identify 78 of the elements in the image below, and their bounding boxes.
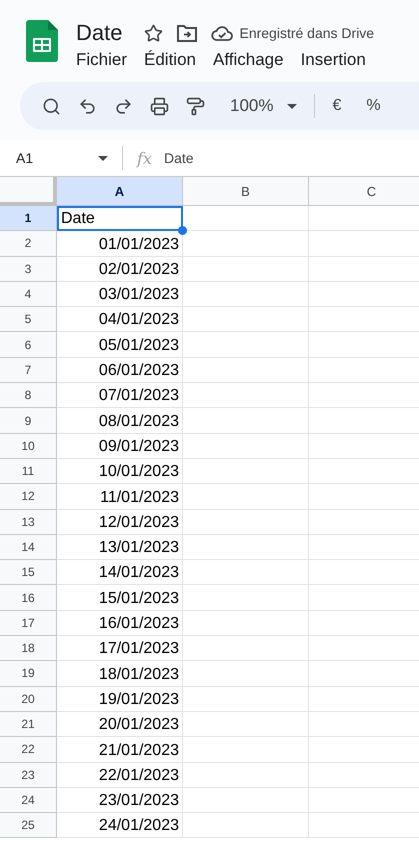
menu-item[interactable]: Insertion xyxy=(300,50,366,70)
menu-item[interactable]: Fichier xyxy=(76,50,128,70)
row-header[interactable]: 7 xyxy=(0,358,57,384)
table-cell: 23/01/2023 xyxy=(57,788,183,814)
formula-field[interactable]: Date xyxy=(164,150,194,166)
row-header[interactable]: 6 xyxy=(0,332,57,358)
menu-item[interactable]: Édition xyxy=(144,50,196,70)
row-header[interactable]: 8 xyxy=(0,383,57,408)
column-header[interactable]: B xyxy=(183,177,309,206)
row-header[interactable]: 2 xyxy=(0,231,57,257)
save-status: Enregistré dans Drive xyxy=(239,25,374,41)
table-cell: 12/01/2023 xyxy=(57,510,183,535)
table-cell: 06/01/2023 xyxy=(57,358,183,384)
row-header[interactable]: 13 xyxy=(0,510,57,535)
caret-icon xyxy=(287,104,298,108)
cloud-check-icon[interactable] xyxy=(211,25,234,41)
menu-item[interactable]: Affichage xyxy=(213,50,284,70)
caret-icon xyxy=(98,156,108,160)
paint-roller-icon[interactable] xyxy=(186,96,205,116)
table-cell: 03/01/2023 xyxy=(57,282,183,308)
row-header[interactable]: 16 xyxy=(0,585,57,611)
cell-reference: A1 xyxy=(16,150,34,166)
table-cell: 01/01/2023 xyxy=(57,231,183,257)
row-header[interactable]: 11 xyxy=(0,458,57,484)
document-title[interactable]: Date xyxy=(76,20,122,46)
row-header[interactable]: 5 xyxy=(0,307,57,332)
table-cell: 13/01/2023 xyxy=(57,534,183,560)
row-header[interactable]: 12 xyxy=(0,484,57,510)
search-icon[interactable] xyxy=(42,96,61,116)
row-header[interactable]: 4 xyxy=(0,282,57,308)
table-cell: 04/01/2023 xyxy=(57,307,183,332)
column-header[interactable]: A xyxy=(57,177,183,206)
row-header[interactable]: 24 xyxy=(0,788,57,814)
table-cell: 22/01/2023 xyxy=(57,762,183,788)
row-header[interactable]: 17 xyxy=(0,610,57,636)
table-cell: 02/01/2023 xyxy=(57,256,183,282)
row-header[interactable]: 20 xyxy=(0,686,57,712)
row-header[interactable]: 15 xyxy=(0,560,57,586)
row-header[interactable]: 22 xyxy=(0,737,57,763)
table-cell: 08/01/2023 xyxy=(57,408,183,434)
column-header[interactable]: C xyxy=(309,177,419,206)
percent-button[interactable]: % xyxy=(366,97,381,115)
table-cell: 10/01/2023 xyxy=(57,458,183,484)
fill-handle[interactable] xyxy=(178,226,187,236)
row-header[interactable]: 1 xyxy=(0,206,57,232)
row-header[interactable]: 10 xyxy=(0,434,57,459)
table-cell: 19/01/2023 xyxy=(57,686,183,712)
table-cell: 11/01/2023 xyxy=(57,484,183,510)
table-cell: 24/01/2023 xyxy=(57,813,183,838)
folder-icon[interactable] xyxy=(177,24,198,42)
table-cell: 07/01/2023 xyxy=(57,383,183,408)
row-header[interactable]: 23 xyxy=(0,762,57,788)
print-icon[interactable] xyxy=(150,96,169,116)
row-header[interactable]: 21 xyxy=(0,712,57,738)
zoom-dropdown[interactable]: 100% xyxy=(230,96,298,116)
table-cell: Date xyxy=(57,206,183,232)
table-cell: 17/01/2023 xyxy=(57,636,183,662)
table-cell: 05/01/2023 xyxy=(57,332,183,358)
table-cell: 18/01/2023 xyxy=(57,661,183,687)
undo-icon[interactable] xyxy=(78,96,97,116)
row-header[interactable]: 9 xyxy=(0,408,57,434)
table-cell: 21/01/2023 xyxy=(57,737,183,763)
table-cell: 15/01/2023 xyxy=(57,585,183,611)
row-header[interactable]: 14 xyxy=(0,534,57,560)
table-cell: 14/01/2023 xyxy=(57,560,183,586)
name-box[interactable]: A1 xyxy=(0,150,122,166)
table-cell: 16/01/2023 xyxy=(57,610,183,636)
row-header[interactable]: 3 xyxy=(0,256,57,282)
row-header[interactable]: 25 xyxy=(0,813,57,838)
table-cell: 20/01/2023 xyxy=(57,712,183,738)
row-header[interactable]: 19 xyxy=(0,661,57,687)
currency-button[interactable]: € xyxy=(332,97,342,115)
table-cell: 09/01/2023 xyxy=(57,434,183,459)
row-header[interactable]: 18 xyxy=(0,636,57,662)
sheets-logo-icon[interactable] xyxy=(26,20,58,62)
fx-icon: fx xyxy=(137,148,152,168)
redo-icon[interactable] xyxy=(114,96,133,116)
star-icon[interactable] xyxy=(144,24,164,42)
